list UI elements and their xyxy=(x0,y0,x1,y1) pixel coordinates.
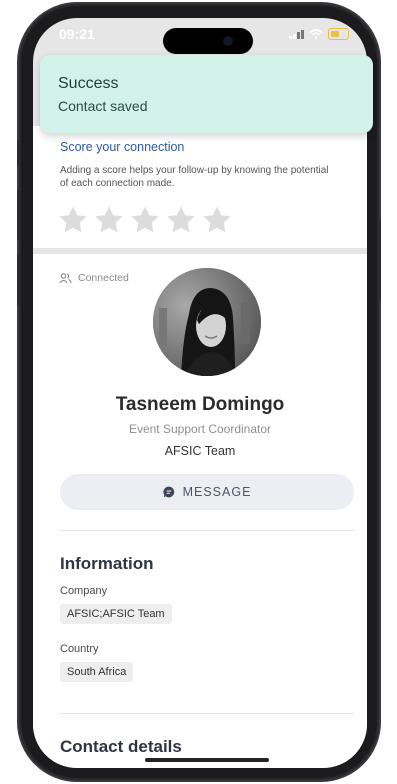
information-title: Information xyxy=(60,554,154,573)
message-button[interactable]: MESSAGE xyxy=(60,474,354,510)
message-button-label: MESSAGE xyxy=(182,485,252,499)
contact-team: AFSIC Team xyxy=(164,444,236,458)
contact-name: Tasneem Domingo xyxy=(115,394,285,415)
signal-icon xyxy=(289,29,304,39)
battery-icon xyxy=(328,28,349,40)
rating-title: Score your connection xyxy=(60,140,185,154)
rating-card: Score your connection Adding a score hel… xyxy=(33,126,367,248)
divider xyxy=(60,530,354,531)
phone-side-button xyxy=(378,220,381,300)
contact-role: Event Support Coordinator xyxy=(128,422,272,436)
avatar xyxy=(153,268,261,376)
country-value: South Africa xyxy=(60,662,134,682)
company-label: Company xyxy=(60,585,108,597)
star-icon[interactable] xyxy=(165,204,197,236)
toast-message: Contact saved xyxy=(58,98,148,114)
phone-side-button xyxy=(17,190,20,240)
dynamic-island xyxy=(163,28,253,54)
phone-side-button xyxy=(17,255,20,305)
camera-icon xyxy=(223,36,233,46)
contact-profile-card: Connected Tasneem Domingo Event Support … xyxy=(33,254,367,768)
status-icons xyxy=(289,28,349,40)
contact-details-title: Contact details xyxy=(60,737,182,756)
company-value: AFSIC;AFSIC Team xyxy=(60,604,172,624)
status-bar: 09:21 xyxy=(33,18,367,54)
wifi-icon xyxy=(309,29,323,39)
success-toast[interactable]: Success Contact saved xyxy=(40,55,373,133)
star-rating[interactable] xyxy=(57,204,233,236)
connection-status: Connected xyxy=(59,272,129,284)
home-indicator[interactable] xyxy=(145,758,269,762)
star-icon[interactable] xyxy=(57,204,89,236)
status-time: 09:21 xyxy=(59,26,95,42)
star-icon[interactable] xyxy=(93,204,125,236)
divider xyxy=(60,713,354,714)
connection-status-label: Connected xyxy=(78,272,129,284)
star-icon[interactable] xyxy=(201,204,233,236)
toast-title: Success xyxy=(58,75,119,92)
people-icon xyxy=(59,272,72,283)
rating-description: Adding a score helps your follow-up by k… xyxy=(60,165,329,189)
chat-icon xyxy=(162,486,174,498)
country-label: Country xyxy=(60,643,99,655)
phone-side-button xyxy=(17,140,20,166)
star-icon[interactable] xyxy=(129,204,161,236)
